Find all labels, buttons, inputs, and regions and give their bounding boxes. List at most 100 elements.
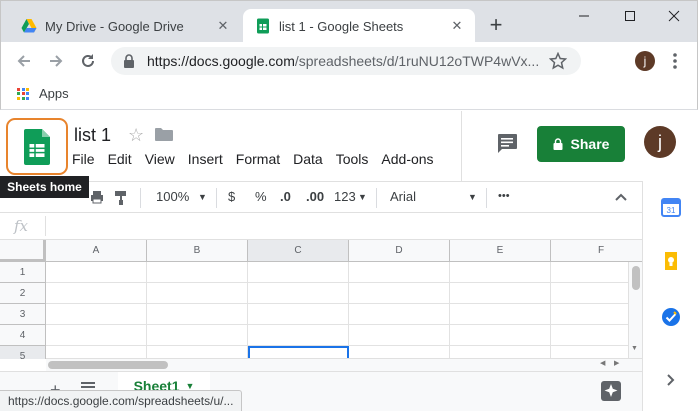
header-divider [461,111,462,181]
explore-icon[interactable] [600,380,622,402]
document-title[interactable]: list 1 [74,125,111,146]
menu-edit[interactable]: Edit [108,151,132,167]
new-tab-button[interactable]: + [485,14,507,37]
menu-format[interactable]: Format [236,151,280,167]
spreadsheet-grid[interactable]: A B C D E F 1 2 3 4 5 [0,240,642,359]
apps-shortcut[interactable]: Apps [17,86,69,101]
reload-button[interactable] [77,50,99,72]
dropdown-arrow-icon[interactable]: ▼ [198,192,207,202]
grid-cell[interactable] [248,283,349,304]
browser-menu-icon[interactable] [669,51,681,71]
vertical-scrollbar[interactable] [628,262,642,358]
expand-panel-icon[interactable] [665,373,677,387]
minimize-button[interactable] [569,5,599,27]
grid-cell[interactable] [147,283,248,304]
more-formats-button[interactable]: 123 [334,189,356,204]
column-header-d[interactable]: D [349,240,450,262]
increase-decimal-button[interactable]: .00 [306,189,324,204]
percent-format-button[interactable]: % [255,189,267,204]
column-header-e[interactable]: E [450,240,551,262]
row-header-2[interactable]: 2 [0,283,46,304]
row-header-1[interactable]: 1 [0,262,46,283]
row-header-4[interactable]: 4 [0,325,46,346]
maximize-icon [625,11,635,21]
menu-data[interactable]: Data [293,151,323,167]
horizontal-scroll-thumb[interactable] [48,361,168,369]
share-button[interactable]: Share [537,126,625,162]
horizontal-scrollbar[interactable] [46,358,642,371]
sheets-home-button[interactable] [6,118,68,175]
vertical-scroll-thumb[interactable] [632,266,640,290]
close-tab-icon[interactable]: ✕ [449,18,465,34]
bookmark-star-icon[interactable] [549,52,567,70]
decrease-decimal-button[interactable]: .0 [280,189,291,204]
font-select[interactable]: Arial [390,189,416,204]
keep-icon[interactable] [661,251,681,271]
scroll-right-icon[interactable]: ▶ [614,359,619,367]
column-header-c[interactable]: C [248,240,349,262]
address-bar[interactable]: https://docs.google.com/spreadsheets/d/1… [111,47,581,75]
menu-insert[interactable]: Insert [188,151,223,167]
folder-icon[interactable] [155,127,173,141]
tasks-icon[interactable] [661,307,681,327]
menu-view[interactable]: View [145,151,175,167]
grid-cell[interactable] [147,304,248,325]
browser-tab-sheets[interactable]: list 1 - Google Sheets ✕ [243,9,475,43]
grid-cell[interactable] [46,325,147,346]
dropdown-arrow-icon[interactable]: ▼ [468,192,477,202]
menu-tools[interactable]: Tools [336,151,369,167]
calendar-icon[interactable]: 31 [661,197,681,217]
grid-cell[interactable] [248,304,349,325]
close-tab-icon[interactable]: ✕ [215,18,231,34]
grid-cell[interactable] [450,304,551,325]
grid-cell[interactable] [450,325,551,346]
grid-cell[interactable] [46,262,147,283]
grid-cell[interactable] [248,262,349,283]
close-window-button[interactable] [659,5,689,27]
grid-cell[interactable] [46,304,147,325]
row-header-5[interactable]: 5 [0,346,46,359]
paint-format-icon[interactable] [114,190,128,206]
grid-cell[interactable] [450,283,551,304]
grid-cell[interactable] [349,262,450,283]
print-icon[interactable] [90,190,104,204]
browser-titlebar: My Drive - Google Drive ✕ list 1 - Googl… [0,0,698,43]
menu-file[interactable]: File [72,151,95,167]
scroll-left-icon[interactable]: ◀ [600,359,605,367]
back-button[interactable] [13,50,35,72]
toolbar-divider [376,188,377,208]
column-header-a[interactable]: A [46,240,147,262]
more-options-button[interactable]: ••• [498,190,510,202]
account-avatar[interactable]: j [644,126,676,158]
toolbar-divider [140,188,141,208]
grid-cell[interactable] [147,262,248,283]
maximize-button[interactable] [615,5,645,27]
sheet-menu-arrow-icon[interactable]: ▼ [186,381,195,391]
row-header-3[interactable]: 3 [0,304,46,325]
select-all-corner[interactable] [0,240,46,262]
fx-label: fx [14,217,29,235]
zoom-select[interactable]: 100% [156,189,189,204]
collapse-toolbar-icon[interactable] [614,192,628,202]
format-toolbar: 100% ▼ $ % .0 .00 123 ▼ Arial ▼ ••• [0,181,642,213]
star-icon[interactable]: ☆ [128,125,144,146]
grid-cell[interactable] [46,283,147,304]
grid-cell[interactable] [147,325,248,346]
scroll-down-icon[interactable]: ▼ [631,345,638,352]
browser-profile-avatar[interactable]: j [635,51,655,71]
dropdown-arrow-icon[interactable]: ▼ [358,192,367,202]
browser-tab-drive[interactable]: My Drive - Google Drive ✕ [9,9,241,43]
formula-bar[interactable]: fx [0,213,642,240]
grid-cell[interactable] [248,325,349,346]
currency-format-button[interactable]: $ [228,189,235,204]
grid-cell[interactable] [450,262,551,283]
forward-button[interactable] [45,50,67,72]
column-header-f[interactable]: F [551,240,642,262]
comment-icon[interactable] [496,133,518,153]
toolbar-divider [216,188,217,208]
grid-cell[interactable] [349,283,450,304]
grid-cell[interactable] [349,304,450,325]
menu-addons[interactable]: Add-ons [381,151,433,167]
column-header-b[interactable]: B [147,240,248,262]
grid-cell[interactable] [349,325,450,346]
